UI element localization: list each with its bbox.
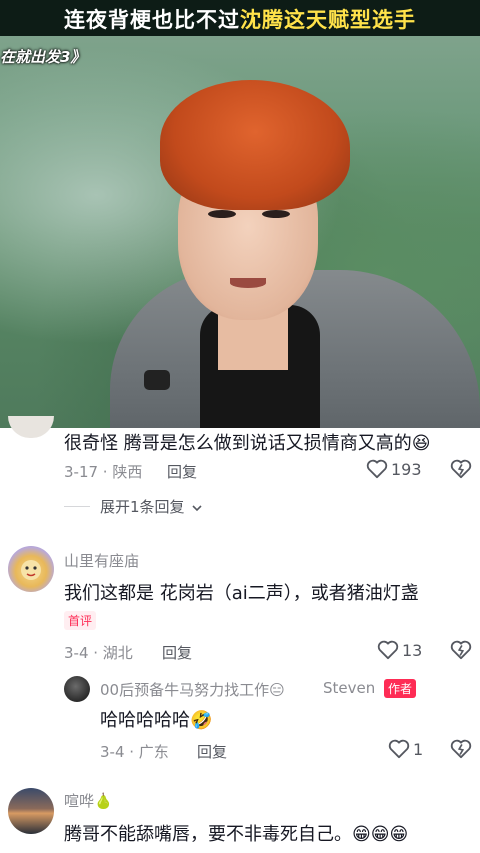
eye-left (208, 210, 236, 218)
dislike-icon[interactable] (450, 459, 472, 479)
comment-username[interactable]: 喧哗🍐 (64, 790, 113, 811)
comment-date-location: 3-17 · 陕西 (64, 463, 143, 481)
reply-button[interactable]: 回复 (167, 461, 197, 482)
like-count: 193 (391, 460, 422, 479)
hair-shape (160, 80, 350, 210)
heart-icon[interactable] (377, 640, 399, 660)
video-title: 连夜背梗也比不过沈腾这天赋型选手 (0, 4, 480, 34)
reply-avatar[interactable] (64, 676, 90, 702)
dislike-icon[interactable] (450, 640, 472, 660)
comment-text-body: 很奇怪 腾哥是怎么做到说话又损情商又高的 (64, 433, 412, 454)
author-badge: 作者 (384, 679, 417, 698)
heart-icon[interactable] (366, 459, 388, 479)
emoji-rofl-icon: 🤣 (190, 710, 213, 731)
comment-date-location: 3-4 · 湖北 (64, 644, 133, 662)
comment-item[interactable]: 喧哗🍐 腾哥不能舔嘴唇，要不非毒死自己。😁😁😁 (0, 780, 480, 853)
comment-text: 腾哥不能舔嘴唇，要不非毒死自己。😁😁😁 (64, 820, 408, 846)
eye-right (262, 210, 290, 218)
reply-author-name[interactable]: Steven (323, 679, 375, 697)
expand-replies-button[interactable]: 展开1条回复 (100, 496, 203, 517)
dislike-icon[interactable] (450, 739, 472, 759)
comment-username-text: 喧哗 (64, 792, 95, 810)
expand-replies-label: 展开1条回复 (100, 498, 185, 516)
comment-text-body: 腾哥不能舔嘴唇，要不非毒死自己。 (64, 824, 352, 845)
avatar[interactable] (8, 788, 54, 834)
like-count: 13 (402, 641, 423, 660)
heart-icon[interactable] (388, 739, 410, 759)
comment-text: 我们这都是 花岗岩（ai二声），或者猪油灯盏 (64, 583, 419, 604)
show-name-tag: 在就出发3》 (0, 48, 86, 66)
reply-text: 哈哈哈哈哈🤣 (100, 706, 212, 732)
avatar[interactable] (8, 416, 54, 438)
video-person-figure (100, 70, 480, 428)
mouth-shape (230, 278, 266, 288)
video-title-prefix: 连夜背梗也比不过 (64, 8, 240, 32)
reply-username-text: 00后预备牛马努力找工作 (100, 681, 270, 699)
pear-icon: 🍐 (94, 792, 113, 810)
expand-divider (64, 506, 90, 507)
video-title-bar: 连夜背梗也比不过沈腾这天赋型选手 (0, 0, 480, 36)
lapel-mic (144, 370, 170, 390)
like-count: 1 (413, 740, 424, 759)
emoji-grin-icon: 😁😁😁 (352, 824, 409, 845)
video-player[interactable]: 连夜背梗也比不过沈腾这天赋型选手 在就出发3》 (0, 0, 480, 428)
reply-text-body: 哈哈哈哈哈 (100, 710, 190, 731)
comment-username[interactable]: 山里有座庙 (64, 550, 139, 571)
reply-button[interactable]: 回复 (162, 642, 192, 663)
avatar[interactable] (8, 546, 54, 592)
chevron-down-icon (191, 503, 203, 513)
reply-button[interactable]: 回复 (197, 741, 227, 762)
video-title-highlight: 沈腾这天赋型选手 (240, 8, 416, 32)
emoji-laugh-icon: 😆 (411, 433, 431, 454)
reply-date-location: 3-4 · 广东 (100, 743, 169, 761)
first-comment-badge: 首评 (64, 611, 97, 630)
comment-item[interactable]: 很奇怪 腾哥是怎么做到说话又损情商又高的😆 3-17 · 陕西 回复 193 展… (0, 416, 480, 528)
reply-username[interactable]: 00后预备牛马努力找工作😑 (100, 679, 285, 700)
emoji-expressionless-icon: 😑 (269, 681, 285, 699)
comment-text: 很奇怪 腾哥是怎么做到说话又损情商又高的😆 (64, 429, 431, 455)
comment-item[interactable]: 山里有座庙 我们这都是 花岗岩（ai二声），或者猪油灯盏 首评 3-4 · 湖北… (0, 540, 480, 770)
